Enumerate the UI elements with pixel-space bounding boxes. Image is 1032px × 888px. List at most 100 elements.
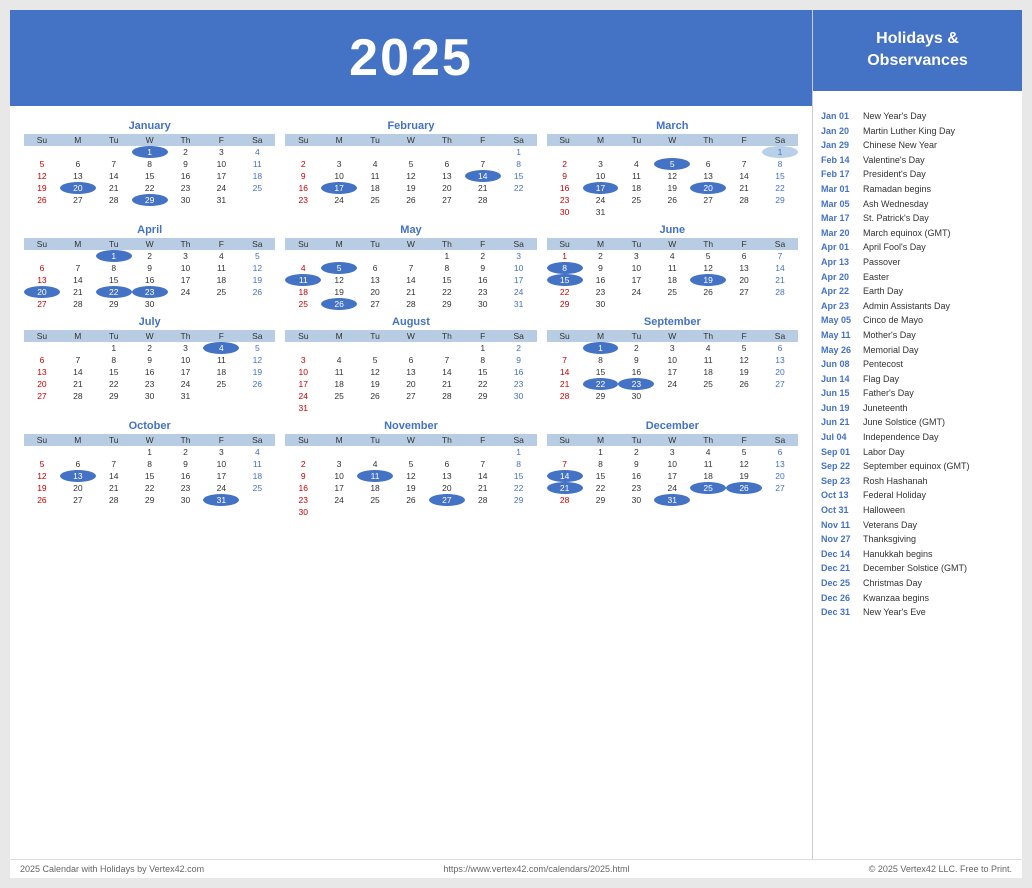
calendar-day: 4 [239,446,275,458]
calendar-day: 24 [285,390,321,402]
calendar-day: 20 [24,286,60,298]
day-header-M: M [583,134,619,146]
calendar-day: 4 [203,342,239,354]
year-header-section: 2025 [10,10,812,106]
calendar-day: 3 [203,146,239,158]
calendar-day: 31 [285,402,321,414]
calendar-day: 10 [285,366,321,378]
calendar-day: 17 [501,274,537,286]
calendar-day: 29 [547,298,583,310]
calendar-day: 4 [654,250,690,262]
calendar-day: 13 [429,170,465,182]
holiday-name: St. Patrick's Day [863,212,929,225]
calendar-day: 28 [96,494,132,506]
calendar-day [501,402,537,414]
calendar-day: 9 [547,170,583,182]
calendar-day: 19 [690,274,726,286]
calendar-day: 12 [393,170,429,182]
calendar-day: 10 [321,170,357,182]
calendar-day: 12 [239,354,275,366]
calendar-day [239,494,275,506]
calendar-day: 24 [654,482,690,494]
calendar-day [393,342,429,354]
month-title-september: September [547,316,798,328]
calendar-day: 29 [96,298,132,310]
day-header-Sa: Sa [239,134,275,146]
calendar-day [465,506,501,518]
calendar-day: 19 [24,182,60,194]
calendar-day: 25 [618,194,654,206]
day-header-M: M [60,134,96,146]
calendar-day: 18 [357,182,393,194]
day-header-M: M [60,330,96,342]
page: 2025 Holidays &Observances JanuarySuMTuW… [10,10,1022,878]
holiday-name: Ash Wednesday [863,198,928,211]
top-row: 2025 Holidays &Observances [10,10,1022,106]
calendar-day [690,206,726,218]
calendar-day: 18 [654,274,690,286]
calendar-day: 18 [239,470,275,482]
calendar-day [429,342,465,354]
calendar-day: 23 [583,286,619,298]
calendar-day: 16 [618,366,654,378]
holiday-name: President's Day [863,168,926,181]
holiday-name: Mother's Day [863,329,916,342]
footer-left: 2025 Calendar with Holidays by Vertex42.… [20,864,204,874]
calendar-day: 12 [321,274,357,286]
calendar-day: 19 [726,470,762,482]
calendar-day: 23 [547,194,583,206]
calendar-day [321,250,357,262]
day-header-Sa: Sa [762,238,798,250]
calendar-day: 19 [239,366,275,378]
calendar-day: 17 [285,378,321,390]
calendar-day: 17 [203,170,239,182]
calendar-day: 9 [168,158,204,170]
calendar-day: 29 [132,494,168,506]
holiday-item: Jul 04Independence Day [821,431,1014,444]
month-title-january: January [24,120,275,132]
calendar-day [547,342,583,354]
calendar-day: 12 [393,470,429,482]
calendar-day [501,194,537,206]
day-header-W: W [132,134,168,146]
calendar-day [393,402,429,414]
day-header-M: M [321,238,357,250]
day-header-F: F [203,434,239,446]
calendar-day: 11 [239,158,275,170]
calendar-day: 21 [393,286,429,298]
calendar-day: 1 [96,250,132,262]
calendar-day [618,206,654,218]
calendar-day: 1 [501,446,537,458]
calendar-day: 15 [465,366,501,378]
day-header-M: M [583,330,619,342]
calendar-day: 31 [203,494,239,506]
day-header-Tu: Tu [96,134,132,146]
calendar-day: 13 [762,354,798,366]
calendar-day: 7 [60,354,96,366]
day-header-M: M [583,434,619,446]
calendar-day: 8 [96,262,132,274]
calendar-day [285,146,321,158]
calendar-day: 14 [96,470,132,482]
calendar-day [690,494,726,506]
calendar-day: 22 [465,378,501,390]
calendar-day: 5 [24,458,60,470]
holiday-item: May 11Mother's Day [821,329,1014,342]
calendar-day [547,446,583,458]
holiday-name: April Fool's Day [863,241,926,254]
calendar-day: 20 [726,274,762,286]
calendar-day: 27 [762,482,798,494]
calendar-day: 29 [429,298,465,310]
day-header-Th: Th [429,330,465,342]
day-header-Su: Su [547,238,583,250]
day-header-Tu: Tu [96,238,132,250]
calendar-day: 15 [583,366,619,378]
calendar-day: 30 [618,494,654,506]
calendar-day: 12 [24,170,60,182]
calendar-day: 12 [726,458,762,470]
calendar-day: 6 [762,446,798,458]
day-header-Su: Su [547,134,583,146]
holiday-date: Nov 27 [821,533,859,546]
holiday-name: Martin Luther King Day [863,125,955,138]
day-header-M: M [60,238,96,250]
